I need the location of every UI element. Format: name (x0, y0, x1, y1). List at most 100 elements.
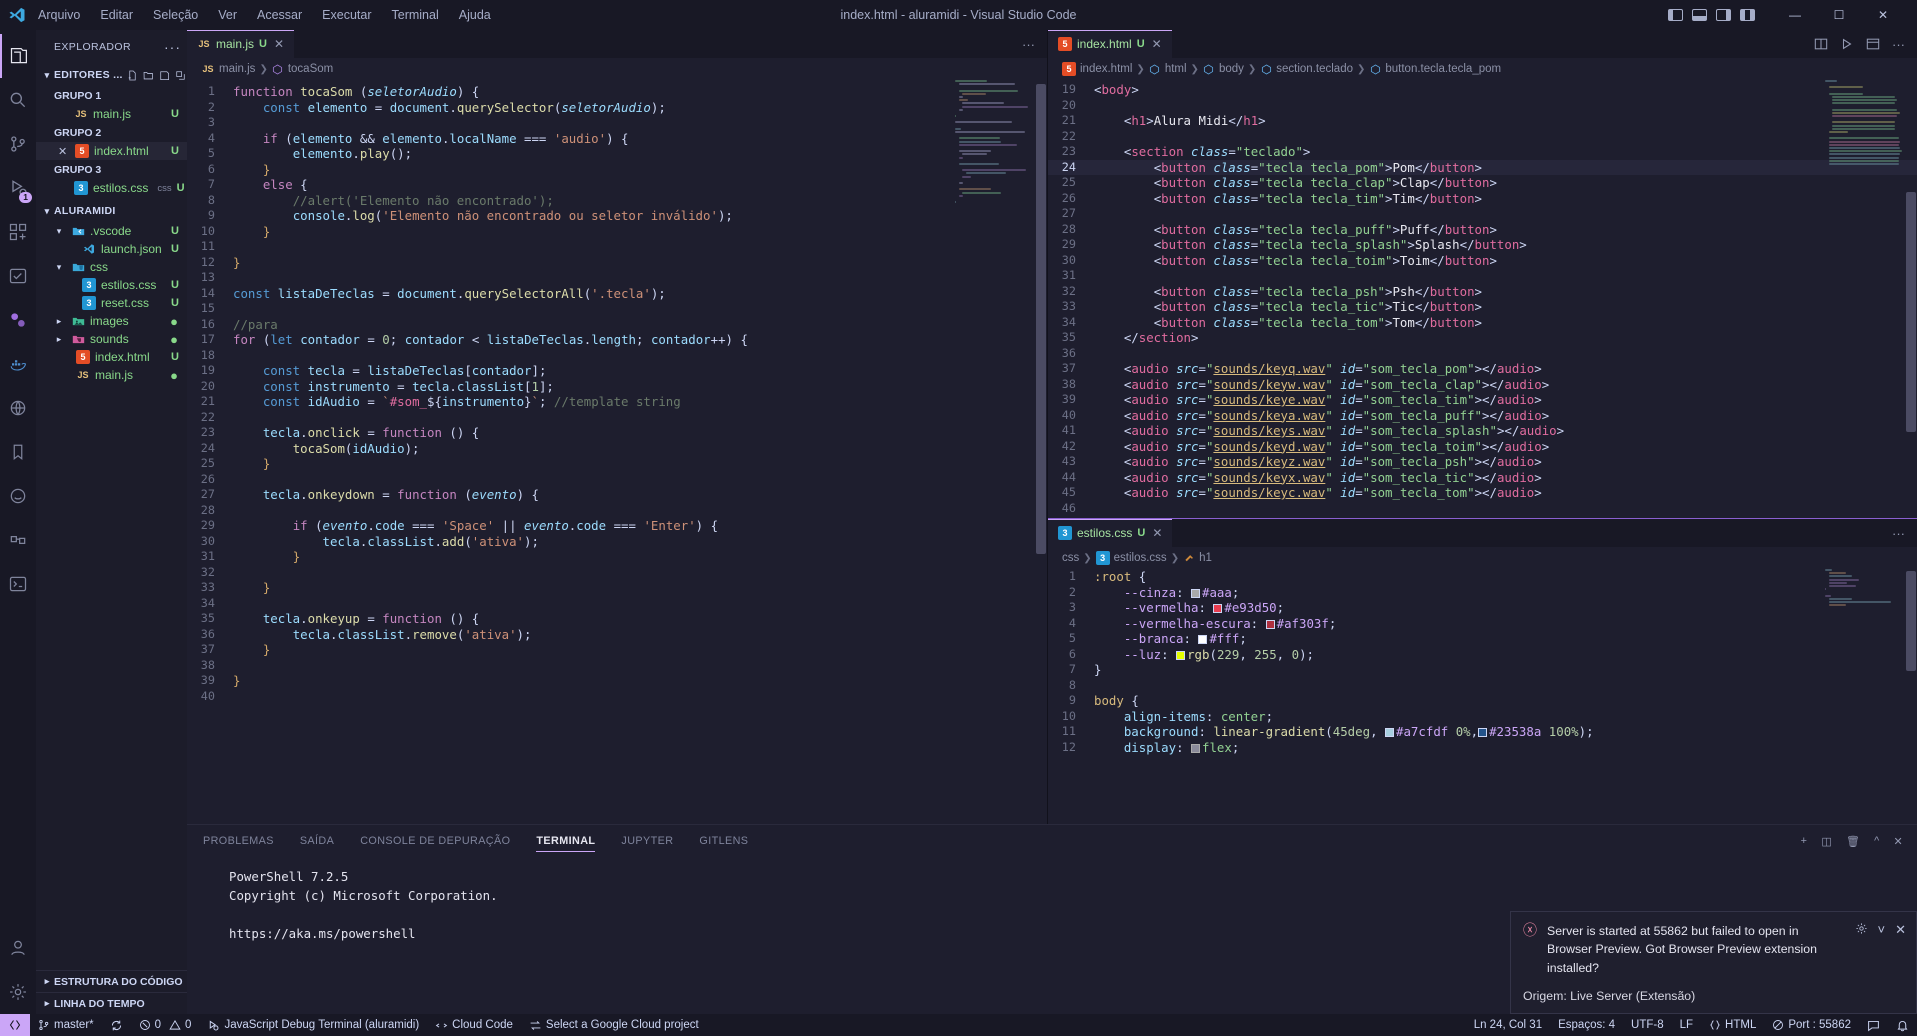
tabbar-group-1[interactable]: JS main.js U ✕ ··· (187, 30, 1047, 58)
menu-terminal[interactable]: Terminal (392, 8, 439, 22)
code-line[interactable]: 8 (1048, 678, 1917, 694)
tree-item-resetcss[interactable]: 3 reset.css U (36, 294, 187, 312)
code-line[interactable]: 27 (1048, 206, 1917, 222)
line-content[interactable]: </section> (1090, 330, 1917, 346)
code-line[interactable]: 8 //alert('Elemento não encontrado'); (187, 193, 1047, 209)
code-line[interactable]: 25 <button class="tecla tecla_clap">Clap… (1048, 175, 1917, 191)
split-terminal-icon[interactable]: ◫ (1821, 835, 1832, 848)
run-code-icon[interactable] (1840, 37, 1854, 51)
line-content[interactable] (229, 348, 1047, 364)
code-line[interactable]: 22 (187, 410, 1047, 426)
code-line[interactable]: 20 const instrumento = tecla.classList[1… (187, 379, 1047, 395)
gear-icon[interactable] (1855, 922, 1868, 935)
line-content[interactable]: const elemento = document.querySelector(… (229, 100, 1047, 116)
line-content[interactable] (1090, 268, 1917, 284)
code-line[interactable]: 13 (187, 270, 1047, 286)
code-line[interactable]: 1:root { (1048, 569, 1917, 585)
status-sync[interactable] (102, 1014, 131, 1036)
code-line[interactable]: 33 <button class="tecla tecla_tic">Tic</… (1048, 299, 1917, 315)
code-line[interactable]: 3 --vermelha: #e93d50; (1048, 600, 1917, 616)
line-content[interactable]: if (evento.code === 'Space' || evento.co… (229, 518, 1047, 534)
code-line[interactable]: 36 (1048, 346, 1917, 362)
code-line[interactable]: 33 } (187, 580, 1047, 596)
line-content[interactable] (1090, 206, 1917, 222)
line-content[interactable]: <audio src="sounds/keyw.wav" id="som_tec… (1090, 377, 1917, 393)
open-editors-section-header[interactable]: ▾ EDITORES ... (36, 64, 187, 86)
vertical-scrollbar-estiloscss[interactable] (1903, 569, 1917, 824)
code-line[interactable]: 17 for (let contador = 0; contador < list… (187, 332, 1047, 348)
tab-close-icon[interactable]: ✕ (1152, 37, 1162, 51)
code-line[interactable]: 1 function tocaSom (seletorAudio) { (187, 84, 1047, 100)
menu-selecao[interactable]: Seleção (153, 8, 198, 22)
line-content[interactable]: } (229, 580, 1047, 596)
chevron-down-icon[interactable]: ˅ (1878, 922, 1886, 937)
line-content[interactable]: display: flex; (1090, 740, 1917, 756)
line-content[interactable] (1090, 678, 1917, 694)
line-content[interactable] (229, 596, 1047, 612)
line-content[interactable]: tecla.classList.add('ativa'); (229, 534, 1047, 550)
activity-explorer-icon[interactable] (0, 34, 36, 78)
activity-run-debug-icon[interactable]: 1 (0, 166, 36, 210)
section-estrutura-do-codigo[interactable]: ▸ ESTRUTURA DO CÓDIGO (36, 970, 187, 992)
code-line[interactable]: 14 const listaDeTeclas = document.querySe… (187, 286, 1047, 302)
code-line[interactable]: 40 (187, 689, 1047, 705)
line-content[interactable] (229, 658, 1047, 674)
status-debug-terminal[interactable]: JavaScript Debug Terminal (aluramidi) (199, 1014, 427, 1036)
editor-more-actions-icon[interactable]: ··· (1892, 37, 1905, 52)
close-panel-icon[interactable]: ✕ (1894, 835, 1903, 848)
editor-more-actions-icon[interactable]: ··· (1892, 526, 1905, 541)
line-content[interactable]: <button class="tecla tecla_tom">Tom</but… (1090, 315, 1917, 331)
code-line[interactable]: 28 <button class="tecla tecla_puff">Puff… (1048, 222, 1917, 238)
code-line[interactable]: 26 (187, 472, 1047, 488)
activity-terminal-icon[interactable] (0, 562, 36, 606)
activity-bar[interactable]: 1 (0, 30, 36, 1014)
tab-estiloscss[interactable]: 3 estilos.css U ✕ (1048, 519, 1172, 547)
close-icon[interactable]: ✕ (58, 145, 70, 158)
code-line[interactable]: 11 background: linear-gradient(45deg, #a… (1048, 724, 1917, 740)
status-cloud-code[interactable]: Cloud Code (427, 1014, 521, 1036)
line-content[interactable]: <audio src="sounds/keyz.wav" id="som_tec… (1090, 454, 1917, 470)
line-content[interactable] (229, 503, 1047, 519)
code-viewport-mainjs[interactable]: 1 function tocaSom (seletorAudio) {2 cons… (187, 80, 1047, 824)
status-branch[interactable]: master* (30, 1014, 102, 1036)
line-content[interactable]: //para (229, 317, 1047, 333)
code-line[interactable]: 12 display: flex; (1048, 740, 1917, 756)
code-viewport-indexhtml[interactable]: 19 <body> 20 21 <h1>Alura Midi</h1> 22 23 <… (1048, 80, 1917, 518)
new-file-icon[interactable] (127, 70, 138, 81)
line-content[interactable]: --vermelha-escura: #af303f; (1090, 616, 1917, 632)
code-line[interactable]: 16//para (187, 317, 1047, 333)
line-content[interactable]: <button class="tecla tecla_tim">Tim</but… (1090, 191, 1917, 207)
line-content[interactable]: } (229, 162, 1047, 178)
line-content[interactable]: for (let contador = 0; contador < listaD… (229, 332, 1047, 348)
line-content[interactable] (1090, 129, 1917, 145)
panel-tabs[interactable]: PROBLEMAS SAÍDA CONSOLE DE DEPURAÇÃO TER… (187, 825, 1917, 857)
line-content[interactable] (1090, 501, 1917, 517)
close-icon[interactable]: ✕ (1895, 922, 1906, 938)
code-line[interactable]: 6 --luz: rgb(229, 255, 0); (1048, 647, 1917, 663)
menu-ajuda[interactable]: Ajuda (459, 8, 491, 22)
code-line[interactable]: 10 } (187, 224, 1047, 240)
line-content[interactable]: <audio src="sounds/keye.wav" id="som_tec… (1090, 392, 1917, 408)
project-section-header[interactable]: ▾ ALURAMIDI (36, 200, 187, 222)
activity-extensions-icon[interactable] (0, 210, 36, 254)
breadcrumb-selector[interactable]: h1 (1199, 552, 1212, 564)
line-content[interactable]: --branca: #fff; (1090, 631, 1917, 647)
line-content[interactable]: <button class="tecla tecla_splash">Splas… (1090, 237, 1917, 253)
code-line[interactable]: 28 (187, 503, 1047, 519)
line-content[interactable]: <audio src="sounds/keyx.wav" id="som_tec… (1090, 470, 1917, 486)
line-content[interactable]: --vermelha: #e93d50; (1090, 600, 1917, 616)
breadcrumb-folder[interactable]: css (1062, 552, 1079, 564)
line-content[interactable]: <button class="tecla tecla_psh">Psh</but… (1090, 284, 1917, 300)
code-line[interactable]: 34 <button class="tecla tecla_tom">Tom</… (1048, 315, 1917, 331)
section-linha-do-tempo[interactable]: ▸ LINHA DO TEMPO (36, 992, 187, 1014)
code-line[interactable]: 30 tecla.classList.add('ativa'); (187, 534, 1047, 550)
code-line[interactable]: 38 <audio src="sounds/keyw.wav" id="som_… (1048, 377, 1917, 393)
code-line[interactable]: 6 } (187, 162, 1047, 178)
activity-cloud-code-icon[interactable] (0, 386, 36, 430)
line-content[interactable]: <body> (1090, 82, 1917, 98)
line-content[interactable]: //alert('Elemento não encontrado'); (229, 193, 1047, 209)
toggle-primary-sidebar-icon[interactable] (1668, 9, 1683, 21)
panel-tab-problemas[interactable]: PROBLEMAS (203, 825, 274, 857)
line-content[interactable]: <audio src="sounds/keya.wav" id="som_tec… (1090, 408, 1917, 424)
line-content[interactable]: <button class="tecla tecla_clap">Clap</b… (1090, 175, 1917, 191)
